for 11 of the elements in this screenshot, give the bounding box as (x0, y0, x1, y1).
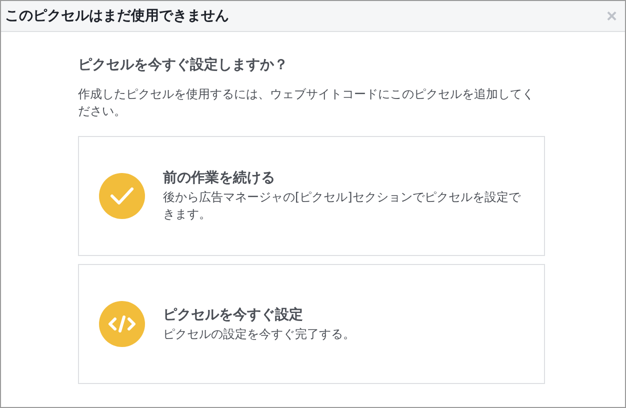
description-text: 作成したピクセルを使用するには、ウェブサイトコードにこのピクセルを追加してください。 (78, 86, 535, 120)
option-card[interactable]: ピクセルを今すぐ設定 ピクセルの設定を今すぐ完了する。 (78, 264, 545, 384)
option-card[interactable]: 前の作業を続ける 後から広告マネージャの[ピクセル]セクションでピクセルを設定できます。 (78, 136, 545, 256)
checkmark-icon (99, 173, 145, 219)
option-title: 前の作業を続ける (163, 169, 276, 187)
option-description: 後から広告マネージャの[ピクセル]セクションでピクセルを設定できます。 (163, 189, 522, 223)
code-icon (99, 301, 145, 347)
window-title: このピクセルはまだ使用できません (5, 7, 229, 25)
option-title: ピクセルを今すぐ設定 (163, 306, 304, 324)
option-description: ピクセルの設定を今すぐ完了する。 (163, 326, 355, 342)
question-heading: ピクセルを今すぐ設定しますか？ (78, 56, 289, 74)
